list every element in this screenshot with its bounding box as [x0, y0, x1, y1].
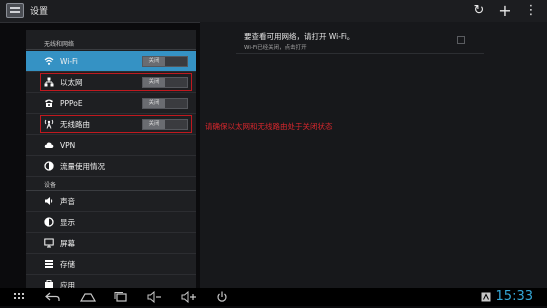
overflow-menu-icon[interactable]: ⋮ — [522, 2, 540, 20]
pppoe-toggle[interactable]: 关闭 — [142, 98, 188, 109]
cloud-icon — [44, 140, 54, 150]
back-icon[interactable] — [44, 290, 62, 304]
toggle-label: 关闭 — [143, 57, 165, 66]
sidebar-item-label: 应用 — [60, 281, 75, 288]
sidebar-item-label: 流量使用情况 — [60, 162, 105, 171]
section-header-wireless: 无线和网络 — [26, 36, 196, 50]
sidebar-item-label: 存储 — [60, 260, 75, 269]
sidebar-item-label: PPPoE — [60, 99, 83, 108]
wifi-off-title: 要查看可用网络，请打开 Wi-Fi。 — [244, 32, 355, 41]
system-nav-bar: 15:33 — [0, 288, 547, 306]
wifi-detail-panel: 要查看可用网络，请打开 Wi-Fi。 Wi-Fi已经关闭，点击打开 — [200, 22, 547, 288]
sidebar-item-label: 屏幕 — [60, 239, 75, 248]
action-bar: 设置 ↻ + ⋮ — [0, 0, 547, 23]
wifi-enable-checkbox[interactable] — [457, 36, 465, 44]
sidebar-item-display[interactable]: 显示 — [26, 212, 196, 233]
apps-icon — [44, 280, 54, 288]
sidebar-item-data-usage[interactable]: 流量使用情况 — [26, 156, 196, 177]
sidebar-item-pppoe[interactable]: PPPoE 关闭 — [26, 93, 196, 114]
ethernet-highlight-box — [40, 73, 192, 91]
sidebar-item-label: 声音 — [60, 197, 75, 206]
data-usage-icon — [44, 161, 54, 171]
notification-icon[interactable] — [480, 290, 492, 304]
sidebar-item-vpn[interactable]: VPN — [26, 135, 196, 156]
recent-apps-icon[interactable] — [112, 290, 130, 304]
sidebar-item-label: Wi-Fi — [60, 57, 78, 66]
divider — [236, 53, 484, 54]
brightness-icon — [44, 217, 54, 227]
add-icon[interactable]: + — [496, 2, 514, 20]
sidebar-item-apps[interactable]: 应用 — [26, 275, 196, 288]
sidebar-item-sound[interactable]: 声音 — [26, 191, 196, 212]
power-icon[interactable] — [214, 290, 230, 304]
page-title: 设置 — [30, 7, 49, 17]
phone-icon — [44, 98, 54, 108]
home-icon[interactable] — [78, 290, 98, 304]
sidebar-item-storage[interactable]: 存储 — [26, 254, 196, 275]
settings-app-icon[interactable] — [6, 3, 24, 18]
menu-grid-icon[interactable] — [12, 290, 26, 304]
status-clock: 15:33 — [495, 289, 533, 304]
wifi-off-subtitle[interactable]: Wi-Fi已经关闭，点击打开 — [244, 43, 307, 51]
sidebar-item-label: 显示 — [60, 218, 75, 227]
sidebar-item-screen[interactable]: 屏幕 — [26, 233, 196, 254]
hotspot-highlight-box — [40, 115, 192, 133]
monitor-icon — [44, 238, 54, 248]
toggle-label: 关闭 — [143, 99, 165, 108]
storage-icon — [44, 259, 54, 269]
sync-icon[interactable]: ↻ — [470, 2, 488, 20]
section-header-device: 设备 — [26, 177, 196, 191]
sidebar-item-label: VPN — [60, 141, 76, 150]
wifi-icon — [44, 56, 54, 66]
volume-down-icon[interactable] — [146, 290, 164, 304]
settings-sidebar: 无线和网络 Wi-Fi 关闭 以太网 关闭 PPPoE 关闭 无线路由 关闭 V… — [26, 30, 196, 288]
volume-up-icon[interactable] — [180, 290, 198, 304]
sidebar-item-wifi[interactable]: Wi-Fi 关闭 — [26, 51, 196, 72]
annotation-text: 请确保以太网和无线路由处于关闭状态 — [205, 122, 333, 131]
wifi-toggle[interactable]: 关闭 — [142, 56, 188, 67]
speaker-icon — [44, 196, 54, 206]
